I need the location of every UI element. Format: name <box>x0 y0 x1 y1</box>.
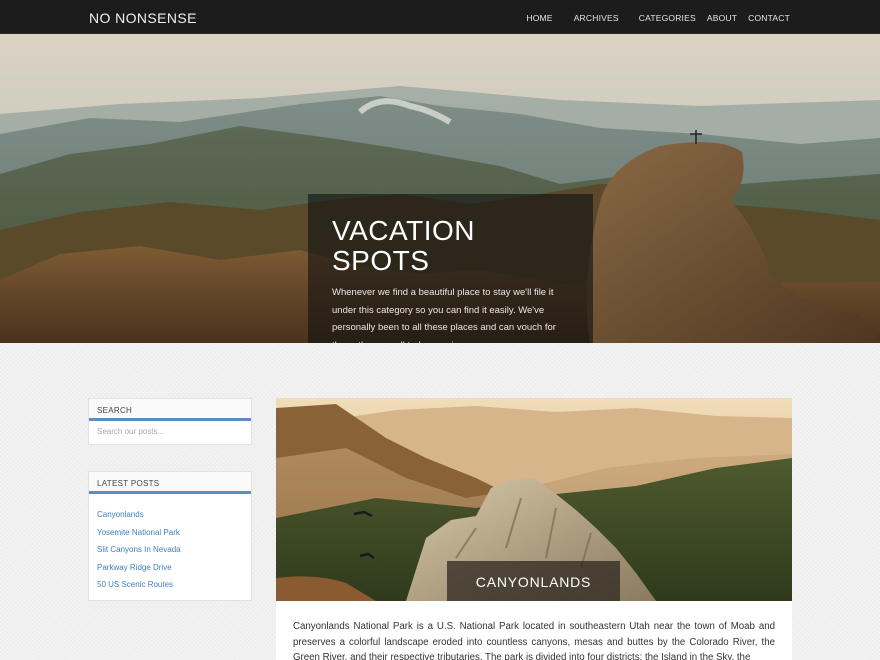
post-card: CANYONLANDS Canyonlands National Park is… <box>276 398 792 660</box>
nav-item-contact[interactable]: CONTACT <box>748 13 790 23</box>
nav-item-categories[interactable]: CATEGORIES <box>639 13 696 23</box>
list-item: Yosemite National Park <box>97 522 251 540</box>
site-brand-link[interactable]: NO NONSENSE <box>89 10 197 26</box>
post-excerpt: Canyonlands National Park is a U.S. Nati… <box>293 621 775 660</box>
latest-post-link[interactable]: 50 US Scenic Routes <box>97 580 173 589</box>
hero-description: Whenever we find a beautiful place to st… <box>332 287 556 343</box>
nav-item-archives[interactable]: ARCHIVES <box>574 13 619 23</box>
list-item: Canyonlands <box>97 504 251 522</box>
main-nav: HOME ARCHIVES CATEGORIES ABOUT CONTACT <box>509 13 790 23</box>
latest-posts-list: Canyonlands Yosemite National Park Slit … <box>89 494 251 592</box>
latest-posts-widget: LATEST POSTS Canyonlands Yosemite Nation… <box>88 471 252 601</box>
latest-posts-heading: LATEST POSTS <box>89 472 251 494</box>
list-item: Slit Canyons In Nevada <box>97 539 251 557</box>
latest-post-link[interactable]: Yosemite National Park <box>97 528 180 537</box>
top-navbar: NO NONSENSE HOME ARCHIVES CATEGORIES ABO… <box>0 0 880 34</box>
search-widget: SEARCH <box>88 398 252 445</box>
search-input[interactable] <box>90 421 250 441</box>
list-item: 50 US Scenic Routes <box>97 574 251 592</box>
latest-post-link[interactable]: Canyonlands <box>97 510 144 519</box>
hero-banner: VACATION SPOTS Whenever we find a beauti… <box>0 34 880 343</box>
nav-item-about[interactable]: ABOUT <box>707 13 737 23</box>
post-title-link[interactable]: CANYONLANDS <box>476 574 591 590</box>
list-item: Parkway Ridge Drive <box>97 557 251 575</box>
hero-title: VACATION SPOTS <box>332 215 475 276</box>
nav-item-home[interactable]: HOME <box>526 13 552 23</box>
hero-caption-box: VACATION SPOTS Whenever we find a beauti… <box>308 194 593 343</box>
latest-post-link[interactable]: Slit Canyons In Nevada <box>97 545 181 554</box>
post-title-box: CANYONLANDS <box>447 561 620 601</box>
latest-post-link[interactable]: Parkway Ridge Drive <box>97 563 172 572</box>
post-featured-image[interactable]: CANYONLANDS <box>276 398 792 601</box>
search-widget-heading: SEARCH <box>89 399 251 421</box>
